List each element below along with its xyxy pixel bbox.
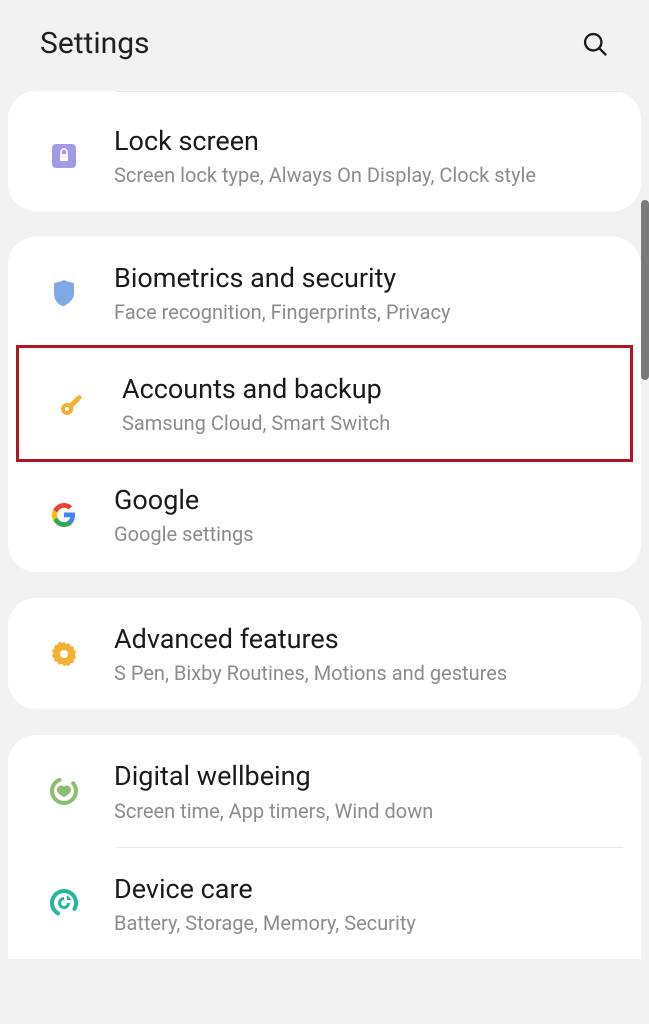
settings-group: Digital wellbeing Screen time, App timer… — [8, 735, 641, 958]
wellbeing-icon — [28, 775, 100, 807]
highlighted-item: Accounts and backup Samsung Cloud, Smart… — [16, 345, 633, 462]
lock-icon — [28, 140, 100, 172]
item-subtitle: Screen time, App timers, Wind down — [114, 799, 621, 823]
gear-icon — [28, 638, 100, 670]
settings-item-accounts-backup[interactable]: Accounts and backup Samsung Cloud, Smart… — [19, 348, 630, 459]
settings-item-google[interactable]: Google Google settings — [8, 459, 641, 570]
item-subtitle: Battery, Storage, Memory, Security — [114, 911, 621, 935]
settings-item-biometrics[interactable]: Biometrics and security Face recognition… — [8, 237, 641, 348]
settings-group: Lock screen Screen lock type, Always On … — [8, 91, 641, 211]
search-button[interactable] — [581, 30, 609, 58]
shield-icon — [28, 277, 100, 309]
item-subtitle: Face recognition, Fingerprints, Privacy — [114, 300, 621, 324]
item-subtitle: Google settings — [114, 522, 621, 546]
key-icon — [36, 388, 108, 420]
item-text: Advanced features S Pen, Bixby Routines,… — [100, 622, 621, 685]
item-title: Lock screen — [114, 124, 621, 159]
settings-item-wellbeing[interactable]: Digital wellbeing Screen time, App timer… — [8, 735, 641, 846]
item-subtitle: Samsung Cloud, Smart Switch — [122, 411, 610, 435]
item-title: Digital wellbeing — [114, 759, 621, 794]
item-subtitle: Screen lock type, Always On Display, Clo… — [114, 163, 621, 187]
scrollbar[interactable] — [641, 200, 649, 380]
settings-item-advanced[interactable]: Advanced features S Pen, Bixby Routines,… — [8, 598, 641, 709]
page-title: Settings — [40, 26, 150, 61]
item-title: Biometrics and security — [114, 261, 621, 296]
settings-item-lock-screen[interactable]: Lock screen Screen lock type, Always On … — [8, 92, 641, 211]
settings-group: Advanced features S Pen, Bixby Routines,… — [8, 598, 641, 709]
item-text: Digital wellbeing Screen time, App timer… — [100, 759, 621, 822]
item-title: Device care — [114, 872, 621, 907]
item-text: Accounts and backup Samsung Cloud, Smart… — [108, 372, 610, 435]
item-subtitle: S Pen, Bixby Routines, Motions and gestu… — [114, 661, 621, 685]
item-title: Google — [114, 483, 621, 518]
item-text: Biometrics and security Face recognition… — [100, 261, 621, 324]
item-title: Accounts and backup — [122, 372, 610, 407]
item-text: Google Google settings — [100, 483, 621, 546]
settings-group: Biometrics and security Face recognition… — [8, 237, 641, 572]
item-text: Lock screen Screen lock type, Always On … — [100, 124, 621, 187]
item-title: Advanced features — [114, 622, 621, 657]
devicecare-icon — [28, 887, 100, 919]
header: Settings — [0, 0, 649, 91]
item-text: Device care Battery, Storage, Memory, Se… — [100, 872, 621, 935]
google-icon — [28, 499, 100, 531]
settings-item-device-care[interactable]: Device care Battery, Storage, Memory, Se… — [8, 848, 641, 959]
search-icon — [581, 30, 609, 58]
